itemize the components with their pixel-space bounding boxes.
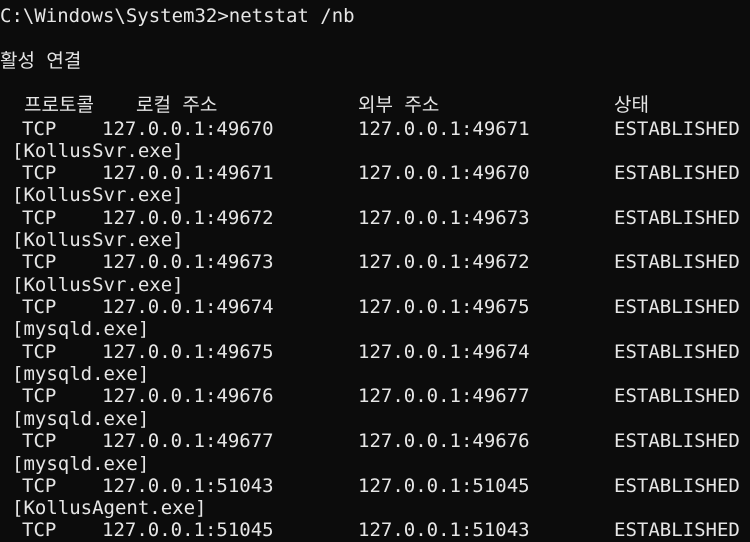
connection-row: TCP 127.0.0.1:49671 127.0.0.1:49670 ESTA… [0,161,750,185]
console-window[interactable]: C:\Windows\System32>netstat /nb 활성 연결 프로… [0,0,750,542]
state-cell: ESTABLISHED [614,251,740,273]
foreign-address-cell: 127.0.0.1:49672 [358,251,530,273]
proto-cell: TCP [22,519,57,541]
connection-row: TCP 127.0.0.1:49670 127.0.0.1:49671 ESTA… [0,117,750,141]
section-title: 활성 연결 [0,50,82,72]
foreign-address-cell: 127.0.0.1:49670 [358,162,530,184]
local-address-cell: 127.0.0.1:51045 [102,519,274,541]
process-name: [KollusSvr.exe] [12,274,184,296]
state-cell: ESTABLISHED [614,118,740,140]
connection-row: TCP 127.0.0.1:51045 127.0.0.1:51043 ESTA… [0,518,750,542]
foreign-address-cell: 127.0.0.1:51045 [358,475,530,497]
process-name: [KollusSvr.exe] [12,140,184,162]
connection-row: TCP 127.0.0.1:49676 127.0.0.1:49677 ESTA… [0,384,750,408]
state-cell: ESTABLISHED [614,207,740,229]
foreign-address-cell: 127.0.0.1:49677 [358,385,530,407]
foreign-address-cell: 127.0.0.1:49671 [358,118,530,140]
header-foreign-address: 외부 주소 [358,94,440,116]
foreign-address-cell: 127.0.0.1:49673 [358,207,530,229]
local-address-cell: 127.0.0.1:51043 [102,475,274,497]
process-name: [mysqld.exe] [12,363,150,385]
process-name: [KollusSvr.exe] [12,229,184,251]
process-name: [mysqld.exe] [12,408,150,430]
local-address-cell: 127.0.0.1:49676 [102,385,274,407]
process-name: [KollusSvr.exe] [12,184,184,206]
state-cell: ESTABLISHED [614,475,740,497]
foreign-address-cell: 127.0.0.1:49674 [358,341,530,363]
proto-cell: TCP [22,385,57,407]
local-address-cell: 127.0.0.1:49677 [102,430,274,452]
local-address-cell: 127.0.0.1:49674 [102,296,274,318]
connection-row: TCP 127.0.0.1:49673 127.0.0.1:49672 ESTA… [0,250,750,274]
process-name: [KollusAgent.exe] [12,497,207,519]
proto-cell: TCP [22,475,57,497]
proto-cell: TCP [22,118,57,140]
proto-cell: TCP [22,162,57,184]
state-cell: ESTABLISHED [614,341,740,363]
process-name: [mysqld.exe] [12,318,150,340]
process-name: [mysqld.exe] [12,453,150,475]
proto-cell: TCP [22,251,57,273]
foreign-address-cell: 127.0.0.1:51043 [358,519,530,541]
local-address-cell: 127.0.0.1:49672 [102,207,274,229]
header-proto: 프로토콜 [24,94,94,116]
command-prompt-line: C:\Windows\System32>netstat /nb [0,5,355,27]
connection-row: TCP 127.0.0.1:49674 127.0.0.1:49675 ESTA… [0,295,750,319]
header-local-address: 로컬 주소 [136,94,218,116]
connection-row: TCP 127.0.0.1:49677 127.0.0.1:49676 ESTA… [0,429,750,453]
state-cell: ESTABLISHED [614,385,740,407]
local-address-cell: 127.0.0.1:49671 [102,162,274,184]
column-header-row: 프로토콜 로컬 주소 외부 주소 상태 [0,93,750,117]
connection-row: TCP 127.0.0.1:49672 127.0.0.1:49673 ESTA… [0,206,750,230]
proto-cell: TCP [22,296,57,318]
connection-row: TCP 127.0.0.1:49675 127.0.0.1:49674 ESTA… [0,340,750,364]
state-cell: ESTABLISHED [614,296,740,318]
state-cell: ESTABLISHED [614,519,740,541]
foreign-address-cell: 127.0.0.1:49676 [358,430,530,452]
proto-cell: TCP [22,430,57,452]
proto-cell: TCP [22,207,57,229]
local-address-cell: 127.0.0.1:49670 [102,118,274,140]
connection-row: TCP 127.0.0.1:51043 127.0.0.1:51045 ESTA… [0,474,750,498]
local-address-cell: 127.0.0.1:49675 [102,341,274,363]
foreign-address-cell: 127.0.0.1:49675 [358,296,530,318]
local-address-cell: 127.0.0.1:49673 [102,251,274,273]
proto-cell: TCP [22,341,57,363]
state-cell: ESTABLISHED [614,430,740,452]
header-state: 상태 [614,94,649,116]
state-cell: ESTABLISHED [614,162,740,184]
